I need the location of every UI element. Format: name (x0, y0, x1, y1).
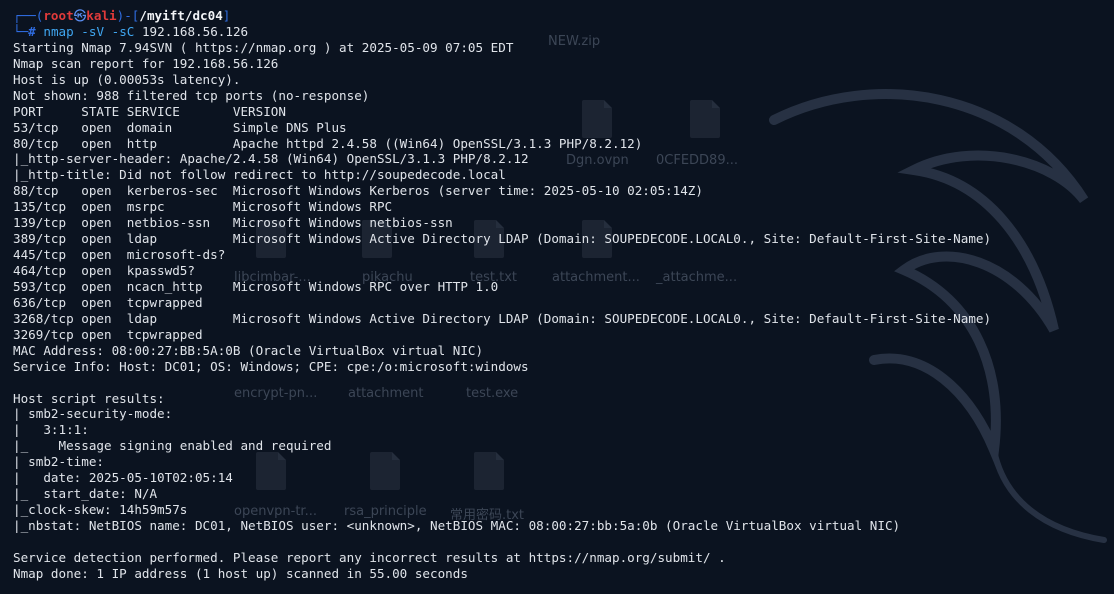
output-line: MAC Address: 08:00:27:BB:5A:0B (Oracle V… (13, 342, 484, 358)
command-output: Starting Nmap 7.94SVN ( https://nmap.org… (13, 40, 1114, 582)
prompt-bracket: )-[ (116, 8, 140, 23)
output-line: 636/tcp open tcpwrapped (13, 294, 203, 310)
output-line: |_ Message signing enabled and required (13, 438, 332, 454)
output-line: 53/tcp open domain Simple DNS Plus (13, 119, 347, 135)
output-line: PORT STATE SERVICE VERSION (13, 103, 286, 119)
output-line: Not shown: 988 filtered tcp ports (no-re… (13, 87, 370, 103)
command-line: └─# nmap -sV -sC 192.168.56.126 (13, 24, 1114, 40)
output-line: | smb2-security-mode: (13, 406, 173, 422)
output-line: Service detection performed. Please repo… (13, 549, 726, 565)
output-line: |_http-title: Did not follow redirect to… (13, 167, 506, 183)
output-line: | smb2-time: (13, 454, 104, 470)
prompt-corner-bottom: └─ (13, 23, 29, 39)
prompt-separator-icon: ㉿ (73, 8, 87, 23)
output-line: 593/tcp open ncacn_http Microsoft Window… (13, 278, 499, 294)
output-line: 88/tcp open kerberos-sec Microsoft Windo… (13, 183, 703, 199)
terminal-window[interactable]: ┌──(root㉿kali)-[/myift/dc04] └─# nmap -s… (0, 0, 1114, 594)
prompt-path: /myift/dc04 (139, 8, 223, 23)
output-line: |_nbstat: NetBIOS name: DC01, NetBIOS us… (13, 518, 901, 533)
output-line: Nmap scan report for 192.168.56.126 (13, 55, 279, 71)
command-flags: -sV -sC (81, 23, 135, 39)
output-line: 3268/tcp open ldap Microsoft Windows Act… (13, 310, 992, 326)
output-line: Service Info: Host: DC01; OS: Windows; C… (13, 358, 529, 374)
output-line: 445/tcp open microsoft-ds? (13, 247, 226, 263)
output-line: 389/tcp open ldap Microsoft Windows Acti… (13, 231, 992, 247)
output-line: 3269/tcp open tcpwrapped (13, 326, 203, 342)
output-line: 135/tcp open msrpc Microsoft Windows RPC (13, 199, 393, 215)
prompt-symbol: # (28, 23, 36, 39)
output-line: |_clock-skew: 14h59m57s (13, 502, 188, 518)
output-line: 464/tcp open kpasswd5? (13, 263, 195, 278)
command-target: 192.168.56.126 (141, 23, 249, 39)
output-line: Nmap done: 1 IP address (1 host up) scan… (13, 565, 468, 581)
prompt-host: kali (86, 8, 117, 23)
prompt-header: ┌──(root㉿kali)-[/myift/dc04] (13, 8, 1114, 24)
output-line: | 3:1:1: (13, 422, 89, 438)
output-line: Host script results: (13, 390, 165, 406)
prompt-corner-top: ┌──( (13, 8, 44, 23)
prompt-user: root (43, 8, 74, 23)
output-line: |_http-server-header: Apache/2.4.58 (Win… (13, 151, 529, 167)
output-line: 139/tcp open netbios-ssn Microsoft Windo… (13, 215, 453, 231)
output-line: Starting Nmap 7.94SVN ( https://nmap.org… (13, 39, 514, 55)
command-name: nmap (43, 23, 74, 39)
output-line: | date: 2025-05-10T02:05:14 (13, 470, 233, 486)
prompt-bracket-close: ] (222, 8, 231, 23)
output-line: |_ start_date: N/A (13, 486, 158, 502)
output-line: Host is up (0.00053s latency). (13, 71, 241, 87)
output-line: 80/tcp open http Apache httpd 2.4.58 ((W… (13, 135, 643, 151)
